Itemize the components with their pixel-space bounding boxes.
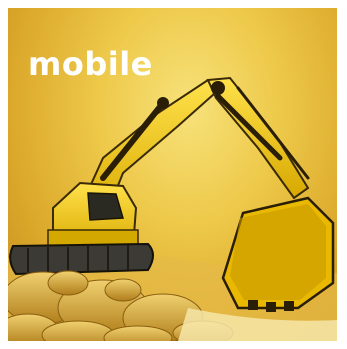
tracks: [9, 242, 154, 276]
headline-text: mobile: [28, 45, 153, 83]
banner-image: mobile: [8, 8, 337, 341]
